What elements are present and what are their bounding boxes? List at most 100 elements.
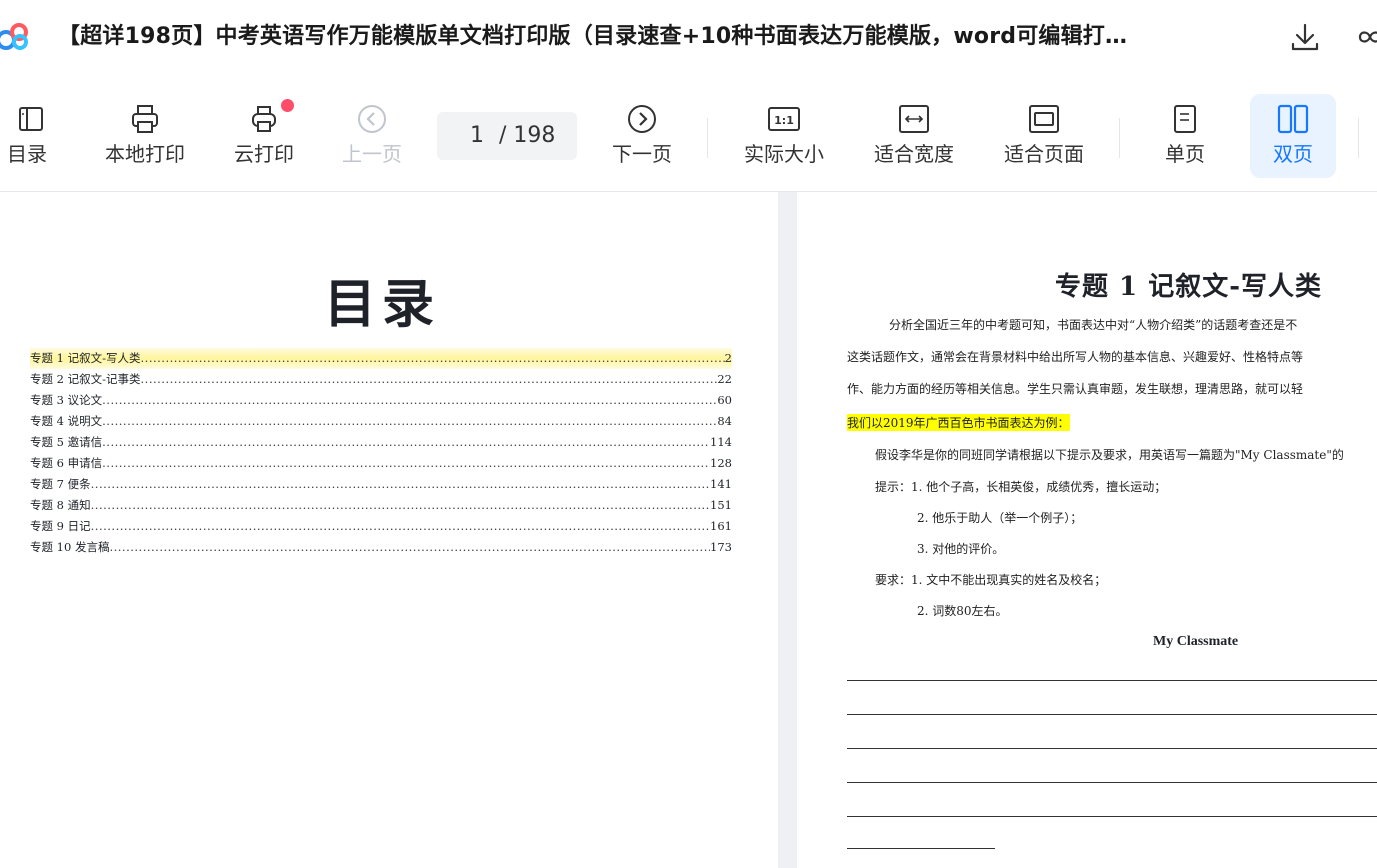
toc-button[interactable]: 目录: [0, 94, 54, 178]
document-page-right: 专题 1 记叙文-写人类 分析全国近三年的中考题可知，书面表达中对“人物介绍类”…: [797, 192, 1377, 868]
fit-page-button[interactable]: 适合页面: [996, 94, 1092, 178]
toc-entry-label: 专题 3 议论文: [30, 393, 103, 407]
actual-size-icon: 1:1: [768, 107, 800, 131]
toc-entry-page: 141: [710, 477, 732, 491]
toc-entry-label: 专题 2 记叙文-记事类: [30, 372, 141, 386]
cloud-print-button[interactable]: 云打印: [226, 94, 302, 178]
fit-width-button[interactable]: 适合宽度: [866, 94, 962, 178]
toc-label: 目录: [7, 142, 47, 166]
fit-width-icon: [899, 105, 929, 133]
toc-entry-label: 专题 9 日记: [30, 519, 91, 533]
toc-entry-label: 专题 6 申请信: [30, 456, 103, 470]
toc-dot-leader: [141, 369, 718, 390]
single-page-icon: [1174, 105, 1196, 133]
single-page-button[interactable]: 单页: [1148, 94, 1222, 178]
writing-line: [847, 748, 1377, 749]
toc-entry[interactable]: 专题 1 记叙文-写人类 2: [30, 348, 732, 369]
download-icon[interactable]: [1288, 20, 1322, 54]
toc-entry-page: 128: [710, 456, 732, 470]
requirement-line-1: 要求：1. 文中不能出现真实的姓名及校名；: [875, 573, 1107, 587]
chevron-left-circle-icon: [358, 105, 386, 133]
toc-dot-leader: [102, 411, 717, 432]
toc-entry[interactable]: 专题 6 申请信 128: [30, 453, 732, 474]
cloud-print-label: 云打印: [234, 142, 294, 166]
toc-entry-page: 22: [717, 372, 732, 386]
toc-entry[interactable]: 专题 4 说明文 84: [30, 411, 732, 432]
intro-line-1: 分析全国近三年的中考题可知，书面表达中对“人物介绍类”的话题考查还是不: [889, 318, 1298, 332]
fit-page-label: 适合页面: [1004, 142, 1084, 166]
toc-dot-leader: [141, 348, 725, 369]
local-print-button[interactable]: 本地打印: [96, 94, 194, 178]
hint-line-2: 2. 他乐于助人（举一个例子）；: [917, 511, 1083, 525]
notification-dot: [281, 99, 294, 112]
section-title: 专题 1 记叙文-写人类: [1055, 272, 1322, 302]
toc-entry-label: 专题 10 发言稿: [30, 540, 110, 554]
app-logo-icon: [0, 23, 28, 50]
writing-line: [847, 848, 995, 849]
toc-dot-leader: [91, 495, 710, 516]
fit-width-label: 适合宽度: [874, 142, 954, 166]
toc-entry[interactable]: 专题 9 日记 161: [30, 516, 732, 537]
toc-entry[interactable]: 专题 3 议论文 60: [30, 390, 732, 411]
essay-title: My Classmate: [1153, 634, 1239, 649]
single-page-label: 单页: [1165, 142, 1205, 166]
hint-line-3: 3. 对他的评价。: [917, 542, 1005, 556]
toc-entry-label: 专题 8 通知: [30, 498, 91, 512]
toc-entry-label: 专题 4 说明文: [30, 414, 103, 428]
writing-line: [847, 714, 1377, 715]
toc-entry[interactable]: 专题 2 记叙文-记事类 22: [30, 369, 732, 390]
next-page-label: 下一页: [612, 142, 672, 166]
cloud-printer-icon: [252, 106, 276, 132]
divider: [1358, 118, 1359, 158]
sidebar-toc-icon: [19, 107, 43, 131]
prev-page-label: 上一页: [342, 142, 402, 166]
double-page-icon: [1277, 104, 1309, 134]
title-bar: 【超详198页】中考英语写作万能模版单文档打印版（目录速查+10种书面表达万能模…: [0, 0, 1377, 80]
actual-size-button[interactable]: 1:1 实际大小: [736, 94, 832, 178]
toc-entry-label: 专题 1 记叙文-写人类: [30, 351, 141, 365]
share-link-icon[interactable]: [1356, 20, 1377, 54]
writing-line: [847, 816, 1377, 817]
document-page-left: 目录 专题 1 记叙文-写人类 2 专题 2 记叙文-记事类 22 专题 3 议论文…: [0, 192, 778, 868]
double-page-label: 双页: [1273, 142, 1313, 166]
toc-entry-page: 173: [710, 540, 732, 554]
toc-title: 目录: [323, 274, 440, 335]
writing-line: [847, 680, 1377, 681]
toc-entry[interactable]: 专题 7 便条 141: [30, 474, 732, 495]
local-print-label: 本地打印: [105, 142, 185, 166]
fit-page-icon: [1029, 105, 1059, 133]
requirement-line-2: 2. 词数80左右。: [917, 604, 1008, 618]
page-indicator[interactable]: 1 / 198: [437, 112, 577, 160]
document-title: 【超详198页】中考英语写作万能模版单文档打印版（目录速查+10种书面表达万能模…: [58, 24, 1128, 49]
toc-entry-page: 161: [710, 519, 732, 533]
double-page-button[interactable]: 双页: [1250, 94, 1336, 178]
toc-entry-label: 专题 7 便条: [30, 477, 91, 491]
toc-entry[interactable]: 专题 8 通知 151: [30, 495, 732, 516]
toc-dot-leader: [91, 474, 710, 495]
writing-line: [847, 782, 1377, 783]
next-page-button[interactable]: 下一页: [604, 94, 680, 178]
prev-page-button[interactable]: 上一页: [334, 94, 410, 178]
highlighted-example-line: 我们以2019年广西百色市书面表达为例：: [847, 414, 1070, 431]
toc-entry[interactable]: 专题 5 邀请信 114: [30, 432, 732, 453]
toc-dot-leader: [102, 432, 710, 453]
intro-line-2: 这类话题作文，通常会在背景材料中给出所写人物的基本信息、兴趣爱好、性格特点等: [847, 350, 1304, 364]
toc-list: 专题 1 记叙文-写人类2 专题 2 记叙文-记事类22 专题 3 议论文60 …: [30, 348, 732, 558]
current-page-input[interactable]: 1: [470, 112, 484, 160]
toc-dot-leader: [102, 453, 710, 474]
toolbar: 目录 本地打印 云打印 上一页 1 / 198 下一页 1:1 实际大小 适合宽…: [0, 80, 1377, 192]
toc-entry-page: 2: [724, 351, 732, 365]
toc-entry[interactable]: 专题 10 发言稿 173: [30, 537, 732, 558]
toc-dot-leader: [109, 537, 710, 558]
chevron-right-circle-icon: [628, 105, 656, 133]
toc-entry-page: 60: [717, 393, 732, 407]
toc-dot-leader: [102, 390, 717, 411]
toc-entry-label: 专题 5 邀请信: [30, 435, 103, 449]
divider: [707, 118, 708, 158]
divider: [1119, 118, 1120, 158]
toc-entry-page: 114: [710, 435, 732, 449]
prompt-line: 假设李华是你的同班同学请根据以下提示及要求，用英语写一篇题为"My Classm…: [875, 448, 1344, 462]
toc-dot-leader: [91, 516, 710, 537]
hint-line-1: 提示：1. 他个子高，长相英俊，成绩优秀，擅长运动；: [875, 480, 1167, 494]
toc-entry-page: 84: [717, 414, 732, 428]
